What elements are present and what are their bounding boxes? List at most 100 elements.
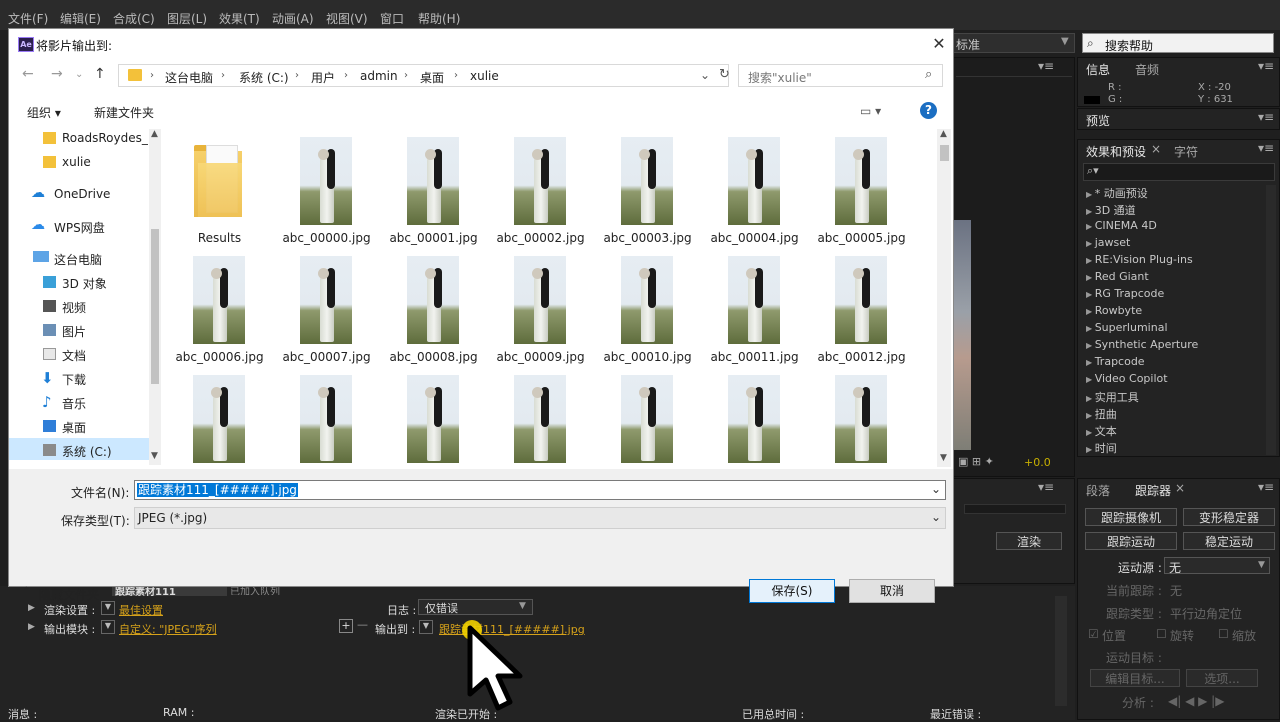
stabilize-motion-button[interactable]: 稳定运动 <box>1183 532 1275 550</box>
effect-category[interactable]: 实用工具 <box>1086 389 1139 405</box>
folder-item[interactable]: Results <box>166 129 273 248</box>
effect-category[interactable]: Red Giant <box>1086 270 1149 283</box>
render-row-comp[interactable]: 跟踪素材111 <box>112 586 227 596</box>
effect-category[interactable]: Trapcode <box>1086 355 1145 368</box>
menu-window[interactable]: 窗口 <box>380 10 404 27</box>
file-item[interactable]: abc_00005.jpg <box>808 129 915 248</box>
menu-help[interactable]: 帮助(H) <box>418 10 460 27</box>
scale-checkbox[interactable]: ☐ <box>1218 627 1229 641</box>
track-motion-button[interactable]: 跟踪运动 <box>1085 532 1177 550</box>
file-item[interactable]: abc_00012.jpg <box>808 248 915 367</box>
tab-effects-presets[interactable]: 效果和预设 <box>1086 143 1146 160</box>
effect-category[interactable]: CINEMA 4D <box>1086 219 1157 232</box>
file-item[interactable]: abc_00000.jpg <box>273 129 380 248</box>
file-item[interactable]: abc_00011.jpg <box>701 248 808 367</box>
up-arrow-icon[interactable]: ↑ <box>94 66 106 82</box>
effect-category[interactable]: 3D 通道 <box>1086 202 1136 218</box>
current-track-value[interactable]: 无 <box>1170 582 1182 599</box>
breadcrumb-users[interactable]: 用户 <box>311 69 335 86</box>
file-item[interactable]: abc_00008.jpg <box>380 248 487 367</box>
viewer-offset[interactable]: +0.0 <box>1024 456 1051 469</box>
effect-category[interactable]: 扭曲 <box>1086 406 1117 422</box>
panel-menu-icon[interactable]: ▾≡ <box>1258 480 1274 494</box>
filetype-dropdown[interactable]: JPEG (*.jpg) ⌄ <box>134 507 946 529</box>
menu-layer[interactable]: 图层(L) <box>167 10 207 27</box>
effect-category[interactable]: RE:Vision Plug-ins <box>1086 253 1193 266</box>
render-button[interactable]: 渲染 <box>996 532 1062 550</box>
workspace-dropdown[interactable]: 标准 ▼ <box>953 33 1075 53</box>
track-camera-button[interactable]: 跟踪摄像机 <box>1085 508 1177 526</box>
file-grid-scrollbar[interactable]: ▲ ▼ <box>937 129 951 467</box>
nav-item-wps[interactable]: WPS网盘 <box>54 219 105 236</box>
edit-target-button[interactable]: 编辑目标... <box>1090 669 1180 687</box>
nav-scrollbar[interactable]: ▲ ▼ <box>149 129 161 465</box>
help-search-input[interactable]: ⌕ 搜索帮助 <box>1082 33 1274 53</box>
track-type-value[interactable]: 平行边角定位 <box>1170 605 1242 622</box>
effects-search-input[interactable]: ⌕▾ <box>1083 163 1275 181</box>
nav-item-roadsroydes[interactable]: RoadsRoydes_ <box>62 131 148 145</box>
expand-icon[interactable]: ▶ <box>28 622 35 632</box>
breadcrumb-this-pc[interactable]: 这台电脑 <box>165 69 213 86</box>
effect-category[interactable]: RG Trapcode <box>1086 287 1165 300</box>
breadcrumb-desktop[interactable]: 桌面 <box>420 69 444 86</box>
forward-arrow-icon[interactable]: → <box>51 66 63 82</box>
effect-category[interactable]: jawset <box>1086 236 1131 249</box>
effect-category[interactable]: Video Copilot <box>1086 372 1168 385</box>
file-item[interactable]: abc_00010.jpg <box>594 248 701 367</box>
chevron-up-icon[interactable]: ⌃ <box>22 586 30 597</box>
file-item[interactable] <box>273 367 380 467</box>
file-item[interactable]: abc_00007.jpg <box>273 248 380 367</box>
filename-input[interactable]: 跟踪素材111_[#####].jpg ⌄ <box>134 480 946 500</box>
file-item[interactable] <box>166 367 273 467</box>
close-icon[interactable]: × <box>1175 481 1185 495</box>
save-button[interactable]: 保存(S) <box>749 579 835 603</box>
menu-edit[interactable]: 编辑(E) <box>60 10 101 27</box>
effect-category[interactable]: Synthetic Aperture <box>1086 338 1199 351</box>
breadcrumb-system-c[interactable]: 系统 (C:) <box>239 69 289 86</box>
back-arrow-icon[interactable]: ← <box>22 66 34 82</box>
effect-category[interactable]: * 动画预设 <box>1086 185 1148 201</box>
add-output-icon[interactable]: + <box>339 619 353 633</box>
hide-folders-toggle[interactable]: 隐藏文件夹 <box>39 586 99 603</box>
position-checkbox[interactable]: ☑ <box>1088 627 1099 641</box>
view-mode-icon[interactable]: ▭ ▾ <box>860 104 881 118</box>
effect-category[interactable]: 文本 <box>1086 423 1117 439</box>
output-module-value[interactable]: 自定义: "JPEG"序列 <box>119 621 217 637</box>
nav-item-desktop[interactable]: 桌面 <box>62 419 86 436</box>
file-item[interactable] <box>487 367 594 467</box>
chevron-down-icon[interactable]: ⌄ <box>75 69 83 80</box>
menu-file[interactable]: 文件(F) <box>8 10 48 27</box>
analyze-controls-icon[interactable]: ◀| ◀ ▶ |▶ <box>1168 694 1224 708</box>
tab-audio[interactable]: 音频 <box>1135 61 1159 78</box>
close-button[interactable]: ✕ <box>929 33 949 55</box>
effect-category[interactable]: Rowbyte <box>1086 304 1142 317</box>
motion-source-dropdown[interactable]: 无 ▼ <box>1164 557 1270 575</box>
breadcrumb-admin[interactable]: admin <box>360 69 398 83</box>
address-bar[interactable]: › 这台电脑 › 系统 (C:) › 用户 › admin › 桌面 › xul… <box>118 64 730 87</box>
viewer-controls-icon[interactable]: ▣ ⊞ ✦ <box>958 455 994 468</box>
file-item[interactable]: abc_00004.jpg <box>701 129 808 248</box>
breadcrumb-xulie[interactable]: xulie <box>470 69 499 83</box>
effects-scrollbar[interactable] <box>1266 185 1276 455</box>
nav-item-downloads[interactable]: 下载 <box>62 371 86 388</box>
file-item[interactable] <box>701 367 808 467</box>
nav-item-this-pc[interactable]: 这台电脑 <box>54 251 102 268</box>
tab-tracker[interactable]: 跟踪器 <box>1135 482 1171 499</box>
menu-view[interactable]: 视图(V) <box>326 10 368 27</box>
panel-menu-icon[interactable]: ▾≡ <box>1038 59 1054 73</box>
chevron-down-icon[interactable]: ⌄ <box>931 482 941 496</box>
nav-item-xulie[interactable]: xulie <box>62 155 91 169</box>
warp-stabilizer-button[interactable]: 变形稳定器 <box>1183 508 1275 526</box>
menu-composition[interactable]: 合成(C) <box>113 10 155 27</box>
log-dropdown[interactable]: 仅错误 ▼ <box>418 599 533 615</box>
file-item[interactable] <box>380 367 487 467</box>
tab-paragraph[interactable]: 段落 <box>1086 482 1110 499</box>
nav-item-system-c[interactable]: 系统 (C:) <box>62 443 112 460</box>
close-icon[interactable]: × <box>1151 142 1161 156</box>
chevron-down-icon[interactable]: ▼ <box>419 620 433 634</box>
file-item[interactable]: abc_00001.jpg <box>380 129 487 248</box>
file-item[interactable]: abc_00006.jpg <box>166 248 273 367</box>
effect-category[interactable]: Superluminal <box>1086 321 1168 334</box>
chevron-down-icon[interactable]: ⌄ <box>700 68 710 82</box>
tab-character[interactable]: 字符 <box>1174 143 1198 160</box>
